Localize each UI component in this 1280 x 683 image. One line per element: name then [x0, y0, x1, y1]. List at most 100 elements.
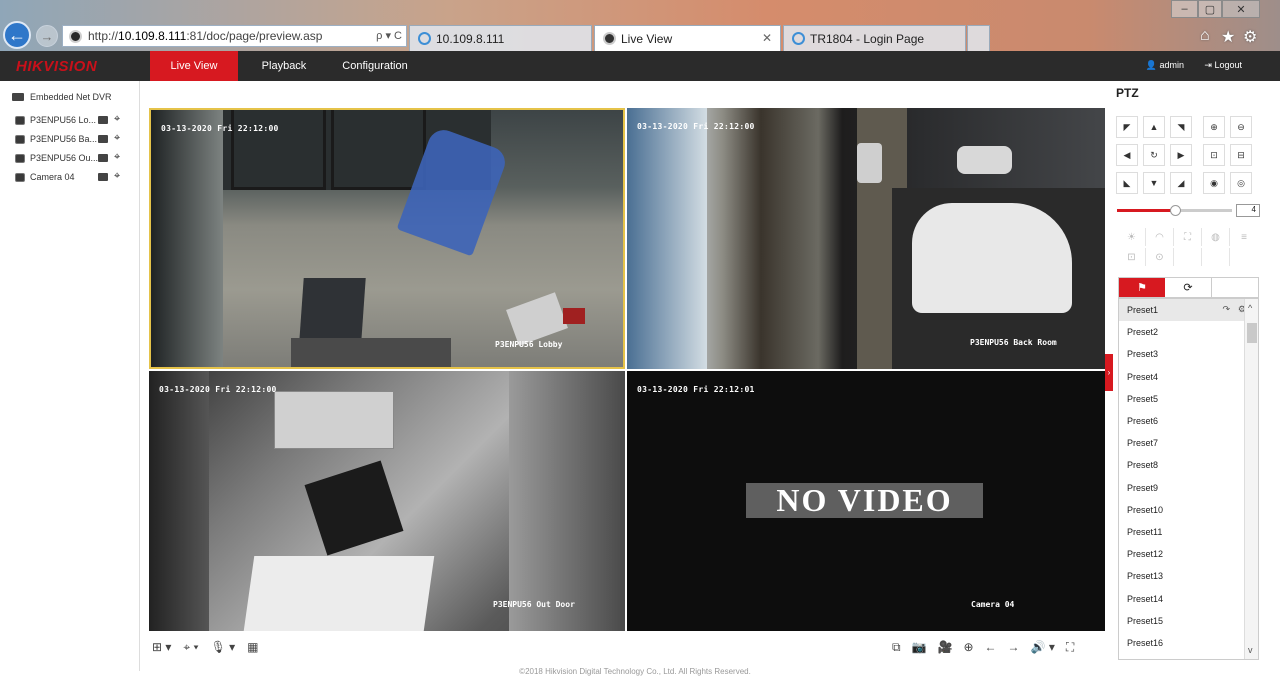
- scroll-down-icon[interactable]: v: [1248, 645, 1253, 655]
- zoom-out-button[interactable]: ⊖: [1230, 116, 1252, 138]
- menu-icon[interactable]: ≡: [1230, 228, 1258, 246]
- tab-ip[interactable]: 10.109.8.111: [409, 25, 592, 51]
- ptz-down-right-button[interactable]: ◢: [1170, 172, 1192, 194]
- tab-patrol[interactable]: ⟳: [1165, 278, 1211, 297]
- speed-slider-handle[interactable]: [1169, 205, 1181, 216]
- preset-item[interactable]: Preset15: [1119, 610, 1258, 632]
- video-tile-out-door[interactable]: 03-13-2020 Fri 22:12:00 P3ENPU56 Out Doo…: [149, 371, 625, 631]
- focus-far-button[interactable]: ⊟: [1230, 144, 1252, 166]
- preset-scrollbar[interactable]: ^ v: [1244, 299, 1258, 659]
- ptz-left-button[interactable]: ◀: [1116, 144, 1138, 166]
- microphone-icon[interactable]: 🎙 ▾: [211, 640, 236, 655]
- call-preset-icon[interactable]: ↷: [1222, 304, 1230, 315]
- forward-button[interactable]: →: [36, 25, 58, 47]
- nav-live-view[interactable]: Live View: [150, 51, 238, 81]
- manual-track-icon[interactable]: ⊡: [1118, 248, 1146, 266]
- audio-icon[interactable]: 🔊 ▾: [1031, 640, 1055, 655]
- ptz-auto-button[interactable]: ↻: [1143, 144, 1165, 166]
- preset-item[interactable]: Preset7: [1119, 432, 1258, 454]
- digital-zoom-icon[interactable]: ⊕: [963, 640, 973, 655]
- user-menu[interactable]: 👤 admin: [1146, 60, 1184, 71]
- ptz-icon[interactable]: ⌖: [114, 132, 120, 145]
- video-tile-camera-04[interactable]: 03-13-2020 Fri 22:12:01 NO VIDEO Camera …: [627, 371, 1105, 631]
- previous-page-icon[interactable]: ←: [985, 640, 997, 655]
- address-tools[interactable]: ρ ▾ C: [376, 29, 402, 42]
- scroll-up-icon[interactable]: ^: [1248, 303, 1252, 313]
- back-button[interactable]: ←: [3, 21, 31, 49]
- nav-configuration[interactable]: Configuration: [330, 51, 420, 81]
- speed-value[interactable]: 4: [1236, 204, 1260, 217]
- preset-item[interactable]: Preset10: [1119, 499, 1258, 521]
- tab-preset[interactable]: ⚑: [1119, 278, 1165, 297]
- preset-item[interactable]: Preset5: [1119, 388, 1258, 410]
- record-icon[interactable]: [98, 116, 108, 124]
- ptz-down-button[interactable]: ▼: [1143, 172, 1165, 194]
- record-icon[interactable]: [98, 173, 108, 181]
- preset-item[interactable]: Preset2: [1119, 321, 1258, 343]
- preset-item[interactable]: Preset6: [1119, 410, 1258, 432]
- minimize-button[interactable]: –: [1171, 0, 1198, 18]
- video-tile-lobby[interactable]: 03-13-2020 Fri 22:12:00 P3ENPU56 Lobby: [149, 108, 625, 369]
- address-bar[interactable]: http://10.109.8.111:81/doc/page/preview.…: [62, 25, 407, 47]
- dvr-root[interactable]: Embedded Net DVR: [12, 92, 112, 102]
- preset-item[interactable]: Preset16: [1119, 632, 1258, 654]
- capture-icon[interactable]: 📷: [912, 640, 927, 655]
- preset-item[interactable]: Preset11: [1119, 521, 1258, 543]
- auxiliary-focus-icon[interactable]: ⛶: [1174, 228, 1202, 246]
- ptz-up-left-button[interactable]: ◤: [1116, 116, 1138, 138]
- favorites-star-icon[interactable]: ★: [1221, 27, 1235, 47]
- tab-live-view[interactable]: Live View ✕: [594, 25, 781, 51]
- camera-item[interactable]: Camera 04 ⌖: [15, 170, 135, 183]
- settings-gear-icon[interactable]: ⚙: [1243, 27, 1257, 47]
- preset-item[interactable]: Preset4: [1119, 366, 1258, 388]
- home-icon[interactable]: ⌂: [1200, 27, 1210, 45]
- 3d-zoom-icon[interactable]: ⊙: [1146, 248, 1174, 266]
- ptz-icon[interactable]: ⌖: [114, 113, 120, 126]
- tab-login-page[interactable]: TR1804 - Login Page: [783, 25, 966, 51]
- maximize-button[interactable]: ▢: [1198, 0, 1222, 18]
- light-icon[interactable]: ☀: [1118, 228, 1146, 246]
- lens-init-icon[interactable]: ◍: [1202, 228, 1230, 246]
- tab-pattern[interactable]: [1211, 278, 1257, 297]
- preset-item[interactable]: Preset9: [1119, 477, 1258, 499]
- preset-item[interactable]: Preset3: [1119, 343, 1258, 365]
- iris-close-button[interactable]: ◎: [1230, 172, 1252, 194]
- nav-playback[interactable]: Playback: [248, 51, 320, 81]
- ptz-right-button[interactable]: ▶: [1170, 144, 1192, 166]
- new-tab-button[interactable]: [967, 25, 990, 51]
- layout-icon[interactable]: ⊞ ▾: [152, 640, 171, 655]
- ptz-down-left-button[interactable]: ◣: [1116, 172, 1138, 194]
- speed-slider[interactable]: [1117, 205, 1232, 216]
- close-window-button[interactable]: ✕: [1222, 0, 1260, 18]
- camera-item[interactable]: P3ENPU56 Ou... ⌖: [15, 151, 135, 164]
- scroll-thumb[interactable]: [1247, 323, 1257, 343]
- camera-item[interactable]: P3ENPU56 Lo... ⌖: [15, 113, 135, 126]
- stop-all-icon[interactable]: ⧉: [892, 640, 901, 655]
- wiper-icon[interactable]: ◠: [1146, 228, 1174, 246]
- video-tile-back-room[interactable]: 03-13-2020 Fri 22:12:00 P3ENPU56 Back Ro…: [627, 108, 1105, 369]
- fullscreen-icon[interactable]: ⛶: [1066, 640, 1074, 655]
- next-page-icon[interactable]: →: [1008, 640, 1020, 655]
- camera-item[interactable]: P3ENPU56 Ba... ⌖: [15, 132, 135, 145]
- window-division-icon[interactable]: ▦: [247, 640, 258, 655]
- record-icon[interactable]: [98, 154, 108, 162]
- ptz-up-button[interactable]: ▲: [1143, 116, 1165, 138]
- record-icon[interactable]: 🎥: [938, 640, 953, 655]
- collapse-ptz-button[interactable]: ›: [1105, 354, 1113, 391]
- logout-link[interactable]: ⇥ Logout: [1204, 60, 1242, 71]
- ptz-control-icon[interactable]: ⌖ ▾: [183, 640, 198, 655]
- ptz-icon[interactable]: ⌖: [114, 170, 120, 183]
- preset-item[interactable]: Preset12: [1119, 543, 1258, 565]
- preset-item[interactable]: Preset1 ↷ ⚙: [1119, 299, 1258, 322]
- iris-open-button[interactable]: ◉: [1203, 172, 1225, 194]
- preset-item[interactable]: Preset13: [1119, 565, 1258, 587]
- preset-item[interactable]: Preset14: [1119, 587, 1258, 609]
- close-tab-icon[interactable]: ✕: [762, 31, 772, 45]
- focus-near-button[interactable]: ⊡: [1203, 144, 1225, 166]
- preset-item[interactable]: Preset8: [1119, 454, 1258, 476]
- ptz-icon[interactable]: ⌖: [114, 151, 120, 164]
- zoom-in-button[interactable]: ⊕: [1203, 116, 1225, 138]
- ptz-up-right-button[interactable]: ◥: [1170, 116, 1192, 138]
- record-icon[interactable]: [98, 135, 108, 143]
- hikvision-logo: HIKVISION: [16, 58, 98, 75]
